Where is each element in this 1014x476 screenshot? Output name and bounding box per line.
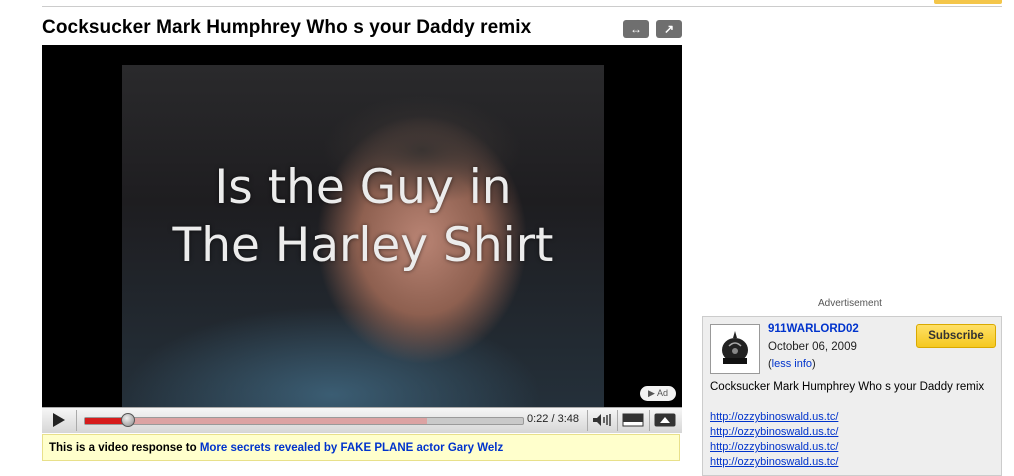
expand-player-button[interactable]: ↔	[623, 20, 649, 38]
description-link[interactable]: http://ozzybinoswald.us.tc/	[710, 410, 838, 425]
less-info-paren-close: )	[812, 358, 816, 370]
expand-arrows-icon: ↔	[630, 22, 642, 36]
description-link[interactable]: http://ozzybinoswald.us.tc/	[710, 425, 838, 440]
size-toggle-button[interactable]	[620, 411, 646, 429]
player-controls: 0:22 / 3:48	[42, 407, 682, 433]
scrubber-handle[interactable]	[121, 413, 136, 427]
play-button[interactable]	[46, 410, 72, 430]
helmet-icon	[715, 328, 755, 370]
video-response-bar: This is a video response to More secrets…	[42, 434, 680, 461]
control-divider	[649, 410, 650, 431]
description-link[interactable]: http://ozzybinoswald.us.tc/	[710, 455, 838, 470]
channel-name-link[interactable]: 911WARLORD02	[768, 323, 859, 335]
less-info-link[interactable]: less info	[772, 358, 812, 370]
popout-button[interactable]: ↗	[656, 20, 682, 38]
video-title: Cocksucker Mark Humphrey Who s your Dadd…	[42, 17, 532, 38]
time-display: 0:22 / 3:48	[527, 413, 579, 425]
channel-info-box: 911WARLORD02 October 06, 2009 (less info…	[702, 316, 1002, 476]
overlay-text-line-2: The Harley Shirt	[172, 218, 554, 273]
progress-loaded	[85, 418, 427, 424]
video-description: Cocksucker Mark Humphrey Who s your Dadd…	[710, 381, 985, 393]
expand-up-button[interactable]	[652, 411, 678, 429]
ad-badge[interactable]: ▶ Ad	[640, 386, 676, 401]
popout-icon: ↗	[663, 22, 675, 36]
less-info-toggle: (less info)	[768, 358, 816, 370]
subscribe-button[interactable]: Subscribe	[916, 324, 996, 348]
overlay-text-line-1: Is the Guy in	[214, 160, 512, 215]
avatar[interactable]	[710, 324, 760, 374]
response-prefix: This is a video response to	[49, 442, 197, 454]
control-divider	[617, 410, 618, 431]
video-player[interactable]: Is the Guy in The Harley Shirt ▶ Ad 0:22…	[42, 45, 682, 433]
control-divider	[587, 410, 588, 431]
response-video-link[interactable]: More secrets revealed by FAKE PLANE acto…	[200, 442, 503, 454]
expand-up-icon	[654, 413, 676, 427]
upload-date: October 06, 2009	[768, 341, 857, 353]
progress-bar[interactable]	[84, 413, 524, 427]
top-tab-accent	[934, 0, 1002, 4]
volume-icon	[593, 414, 611, 426]
advertisement-label: Advertisement	[818, 298, 882, 309]
control-divider	[76, 410, 77, 431]
top-divider	[42, 6, 1002, 7]
volume-button[interactable]	[591, 411, 613, 429]
size-toggle-icon	[622, 413, 644, 427]
description-link[interactable]: http://ozzybinoswald.us.tc/	[710, 440, 838, 455]
video-frame[interactable]: Is the Guy in The Harley Shirt	[122, 65, 604, 407]
description-links: http://ozzybinoswald.us.tc/ http://ozzyb…	[710, 410, 838, 470]
